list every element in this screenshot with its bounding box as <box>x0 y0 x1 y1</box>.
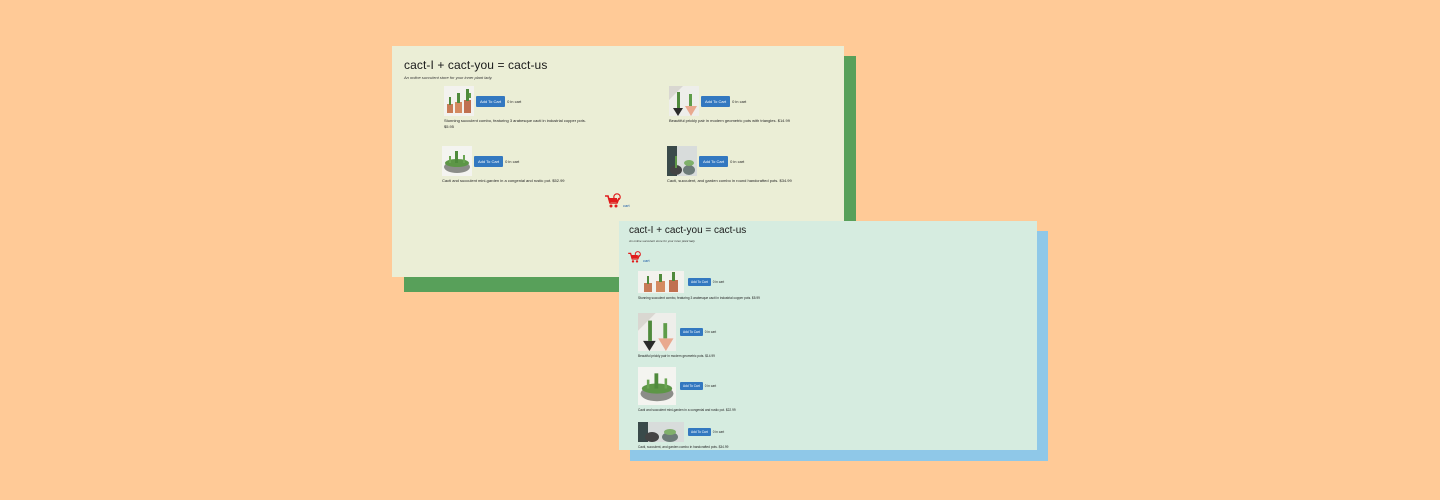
product-image <box>638 313 676 351</box>
product-card: Add To Cart 0 in cart Cacti and succulen… <box>442 146 592 184</box>
product-image <box>638 271 684 293</box>
product-image <box>638 422 684 442</box>
mobile-view: cact-I + cact-you = cact-us An online su… <box>619 221 1037 450</box>
product-description: Cacti, succulent, and garden combo in ro… <box>667 178 792 183</box>
add-to-cart-button[interactable]: Add To Cart <box>701 95 731 107</box>
cart-count: 0 in cart <box>704 330 717 334</box>
product-description: Cacti, succulent, and garden combo in ha… <box>638 445 729 449</box>
product-card: Add To Cart 0 in cart Cacti and succulen… <box>638 367 838 412</box>
product-description: Beautiful prickly pair in modern geometr… <box>669 118 790 123</box>
cart-link[interactable]: cart <box>628 251 650 263</box>
cart-count: 0 in cart <box>704 384 717 388</box>
product-description: Cacti and succulent mini-garden in a con… <box>638 408 736 412</box>
cart-count: 0 in cart <box>732 98 747 104</box>
product-image <box>669 86 699 116</box>
product-card: Add To Cart 0 in cart Beautiful prickly … <box>669 86 819 124</box>
page-subtitle: An online succulent store for your inner… <box>629 239 696 243</box>
product-description: Stunning succulent combo, featuring 3 ar… <box>444 118 586 129</box>
cart-link[interactable]: cart <box>605 193 630 208</box>
add-to-cart-button[interactable]: Add To Cart <box>680 382 703 390</box>
cart-count: 0 in cart <box>730 158 745 164</box>
product-image <box>667 146 697 176</box>
product-card: Add To Cart 0 in cart Cacti, succulent, … <box>667 146 817 184</box>
shopping-cart-icon <box>628 251 641 263</box>
product-card: Add To Cart 0 in cart Cacti, succulent, … <box>638 422 838 449</box>
shopping-cart-icon <box>605 193 621 208</box>
add-to-cart-button[interactable]: Add To Cart <box>680 328 703 336</box>
cart-label: cart <box>623 203 630 208</box>
cart-count: 0 in cart <box>507 98 522 104</box>
product-card: Add To Cart 0 in cart Stunning succulent… <box>638 271 838 300</box>
add-to-cart-button[interactable]: Add To Cart <box>688 428 711 436</box>
add-to-cart-button[interactable]: Add To Cart <box>474 155 504 167</box>
product-image <box>638 367 676 405</box>
cart-count: 0 in cart <box>712 430 725 434</box>
product-description: Stunning succulent combo, featuring 3 ar… <box>638 296 760 300</box>
add-to-cart-button[interactable]: Add To Cart <box>699 155 729 167</box>
add-to-cart-button[interactable]: Add To Cart <box>688 278 711 286</box>
product-description: Beautiful prickly pair in modern geometr… <box>638 354 715 358</box>
product-card: Add To Cart 0 in cart Beautiful prickly … <box>638 313 838 358</box>
cart-count: 0 in cart <box>505 158 520 164</box>
cart-label: cart <box>643 258 650 263</box>
page-title: cact-I + cact-you = cact-us <box>629 225 747 236</box>
product-image <box>442 146 472 176</box>
product-image <box>444 86 474 116</box>
page-subtitle: An online succulent store for your inner… <box>404 75 493 80</box>
add-to-cart-button[interactable]: Add To Cart <box>476 95 506 107</box>
product-description: Cacti and succulent mini-garden in a con… <box>442 178 565 183</box>
product-card: Add To Cart 0 in cart Stunning succulent… <box>444 86 594 130</box>
cart-count: 0 in cart <box>712 280 725 284</box>
page-title: cact-I + cact-you = cact-us <box>404 58 548 72</box>
